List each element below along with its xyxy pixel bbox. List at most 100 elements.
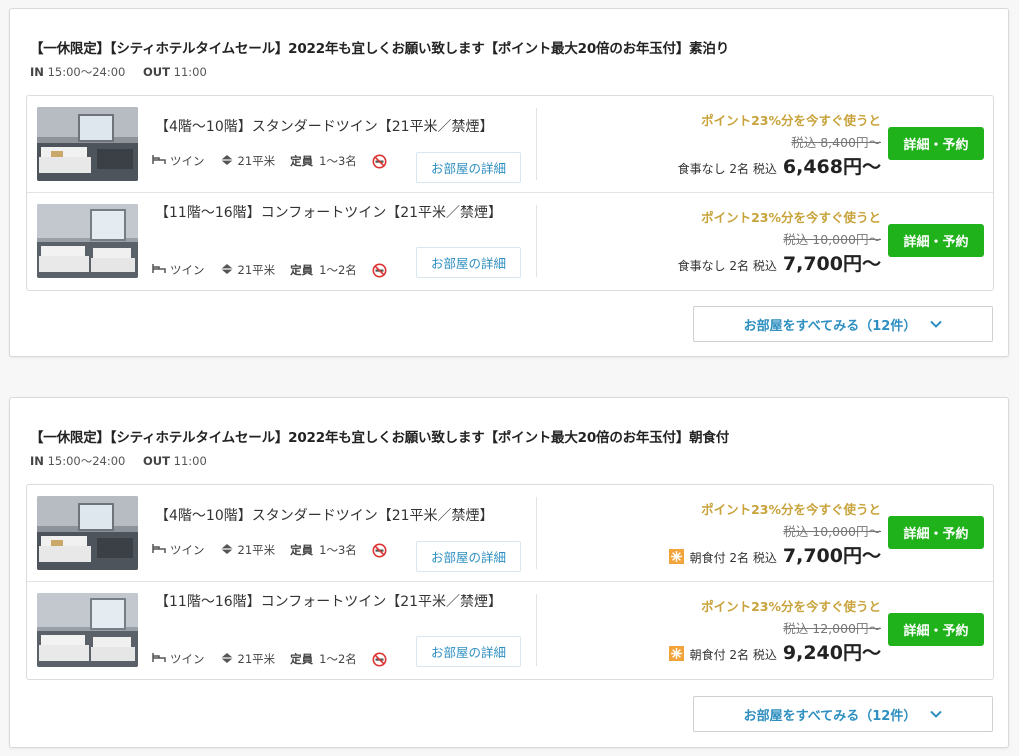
meal-type: 食事なし (677, 259, 726, 273)
room-name[interactable]: 【11階〜16階】コンフォートツイン【21平米／禁煙】 (155, 202, 515, 224)
room-size: 21平米 (220, 153, 275, 169)
room-photo[interactable] (37, 593, 138, 667)
checkin-times: IN 15:00〜24:00 OUT 11:00 (30, 64, 207, 80)
room-row: 【11階〜16階】コンフォートツイン【21平米／禁煙】 ツイン 21平米 定員 … (27, 582, 993, 679)
price-value: 9,240円〜 (782, 642, 881, 664)
original-price: 税込 8,400円〜 (791, 135, 881, 150)
checkin-time: 15:00〜24:00 (47, 454, 126, 468)
book-button[interactable]: 詳細・予約 (888, 127, 984, 160)
current-price: 朝食付 2名 税込 7,700円〜 (668, 541, 881, 568)
guest-count: 2名 (729, 648, 750, 662)
checkout-time: 11:00 (173, 65, 207, 79)
checkin-times: IN 15:00〜24:00 OUT 11:00 (30, 453, 207, 469)
plan-title[interactable]: 【一休限定】【シティホテルタイムセール】2022年も宜しくお願い致します【ポイン… (30, 37, 729, 57)
no-smoking-icon (372, 154, 391, 169)
bed-icon (152, 543, 170, 557)
divider (536, 108, 537, 180)
no-smoking-icon (372, 263, 391, 278)
bed-icon (152, 652, 170, 666)
room-capacity: 定員 1〜3名 (290, 543, 357, 557)
divider (536, 205, 537, 277)
no-smoking-icon (372, 652, 391, 667)
room-size-icon (220, 154, 238, 169)
bed-type: ツイン (152, 542, 205, 558)
room-specs: ツイン 21平米 定員 1〜3名 (152, 542, 406, 558)
room-row: 【11階〜16階】コンフォートツイン【21平米／禁煙】 ツイン 21平米 定員 … (27, 193, 993, 290)
room-specs: ツイン 21平米 定員 1〜3名 (152, 153, 406, 169)
room-detail-button[interactable]: お部屋の詳細 (416, 636, 521, 667)
divider (536, 594, 537, 666)
checkin-label: IN (30, 65, 44, 79)
price-block: ポイント23%分を今すぐ使うと 税込 10,000円〜 食事なし 2名 税込 7… (621, 193, 881, 290)
room-size: 21平米 (220, 651, 275, 667)
room-name[interactable]: 【11階〜16階】コンフォートツイン【21平米／禁煙】 (155, 591, 515, 613)
room-size-icon (220, 652, 238, 667)
no-smoking-icon (372, 543, 391, 558)
room-detail-button[interactable]: お部屋の詳細 (416, 541, 521, 572)
chevron-down-icon (916, 707, 943, 722)
breakfast-icon (668, 549, 684, 564)
room-detail-button[interactable]: お部屋の詳細 (416, 152, 521, 183)
divider (536, 497, 537, 569)
book-button[interactable]: 詳細・予約 (888, 224, 984, 257)
points-offer: ポイント23%分を今すぐ使うと (701, 502, 881, 517)
room-row: 【4階〜10階】スタンダードツイン【21平米／禁煙】 ツイン 21平米 定員 1… (27, 96, 993, 193)
room-size-icon (220, 263, 238, 278)
price-value: 7,700円〜 (782, 545, 881, 567)
bed-icon (152, 154, 170, 168)
meal-type: 食事なし (677, 162, 726, 176)
room-name[interactable]: 【4階〜10階】スタンダードツイン【21平米／禁煙】 (155, 116, 525, 138)
room-size-icon (220, 543, 238, 558)
meal-type: 朝食付 (689, 648, 726, 662)
plan-card: 【一休限定】【シティホテルタイムセール】2022年も宜しくお願い致します【ポイン… (9, 8, 1009, 357)
checkin-label: IN (30, 454, 44, 468)
price-block: ポイント23%分を今すぐ使うと 税込 12,000円〜 朝食付 2名 税込 9,… (621, 582, 881, 679)
original-price: 税込 10,000円〜 (783, 232, 881, 247)
see-all-label: お部屋をすべてみる（12件） (743, 318, 917, 334)
room-size: 21平米 (220, 262, 275, 278)
bed-type: ツイン (152, 262, 205, 278)
room-specs: ツイン 21平米 定員 1〜2名 (152, 651, 406, 667)
checkin-time: 15:00〜24:00 (47, 65, 126, 79)
room-detail-button[interactable]: お部屋の詳細 (416, 247, 521, 278)
tax-label: 税込 (752, 648, 777, 662)
breakfast-icon (668, 646, 684, 661)
see-all-rooms-button[interactable]: お部屋をすべてみる（12件） (693, 306, 993, 342)
plan-card: 【一休限定】【シティホテルタイムセール】2022年も宜しくお願い致します【ポイン… (9, 397, 1009, 748)
guest-count: 2名 (729, 162, 750, 176)
bed-type: ツイン (152, 651, 205, 667)
book-button[interactable]: 詳細・予約 (888, 516, 984, 549)
current-price: 朝食付 2名 税込 9,240円〜 (668, 638, 881, 665)
points-offer: ポイント23%分を今すぐ使うと (701, 599, 881, 614)
price-value: 6,468円〜 (782, 156, 881, 178)
guest-count: 2名 (729, 551, 750, 565)
checkout-label: OUT (143, 454, 170, 468)
bed-icon (152, 263, 170, 277)
room-specs: ツイン 21平米 定員 1〜2名 (152, 262, 406, 278)
plan-title[interactable]: 【一休限定】【シティホテルタイムセール】2022年も宜しくお願い致します【ポイン… (30, 426, 729, 446)
tax-label: 税込 (752, 162, 777, 176)
room-name[interactable]: 【4階〜10階】スタンダードツイン【21平米／禁煙】 (155, 505, 525, 527)
room-capacity: 定員 1〜2名 (290, 652, 357, 666)
book-button[interactable]: 詳細・予約 (888, 613, 984, 646)
room-photo[interactable] (37, 496, 138, 570)
room-photo[interactable] (37, 204, 138, 278)
room-photo[interactable] (37, 107, 138, 181)
current-price: 食事なし 2名 税込 7,700円〜 (678, 249, 881, 276)
price-value: 7,700円〜 (782, 253, 881, 275)
checkout-label: OUT (143, 65, 170, 79)
price-block: ポイント23%分を今すぐ使うと 税込 10,000円〜 朝食付 2名 税込 7,… (621, 485, 881, 582)
see-all-rooms-button[interactable]: お部屋をすべてみる（12件） (693, 696, 993, 732)
guest-count: 2名 (729, 259, 750, 273)
room-capacity: 定員 1〜2名 (290, 263, 357, 277)
points-offer: ポイント23%分を今すぐ使うと (701, 210, 881, 225)
price-block: ポイント23%分を今すぐ使うと 税込 8,400円〜 食事なし 2名 税込 6,… (621, 96, 881, 193)
tax-label: 税込 (752, 259, 777, 273)
tax-label: 税込 (752, 551, 777, 565)
room-row: 【4階〜10階】スタンダードツイン【21平米／禁煙】 ツイン 21平米 定員 1… (27, 485, 993, 582)
room-capacity: 定員 1〜3名 (290, 154, 357, 168)
chevron-down-icon (916, 317, 943, 332)
meal-type: 朝食付 (689, 551, 726, 565)
current-price: 食事なし 2名 税込 6,468円〜 (678, 152, 881, 179)
original-price: 税込 12,000円〜 (783, 621, 881, 636)
